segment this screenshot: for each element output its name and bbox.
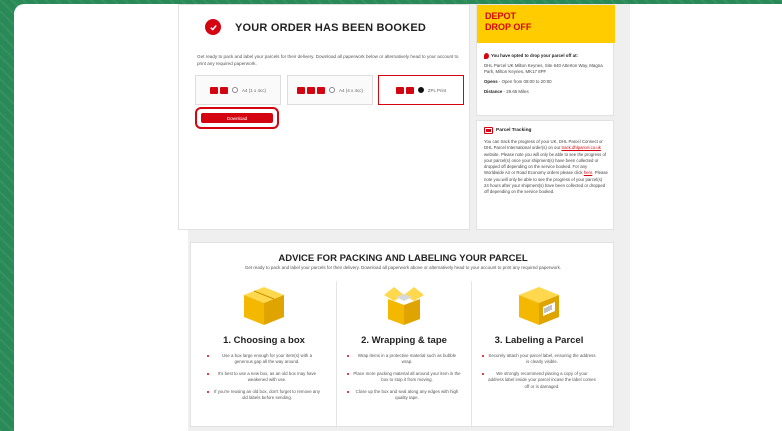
depot-header: DEPOT DROP OFF [477,5,615,43]
tracking-text: You can track the progress of your UK, D… [484,139,608,195]
depot-drop-off-card: DEPOT DROP OFF You have opted to drop yo… [476,4,615,116]
list-item: Securely attach your parcel label, ensur… [482,353,596,366]
list-item: It's best to use a new box, as an old bo… [207,371,321,384]
checkmark-icon [205,19,221,35]
print-option-zpl[interactable]: ZPL Print [378,75,464,105]
label-sheet-icon [296,86,325,94]
label-sheet-icon [209,86,228,94]
depot-address: DHL Parcel UK Milton Keynes, Site 640 At… [484,62,603,75]
list-item: If you're reusing an old box, don't forg… [207,389,321,402]
order-booked-card: YOUR ORDER HAS BEEN BOOKED Get ready to … [178,4,470,230]
labeled-box-icon [519,287,559,325]
depot-title-line2: DROP OFF [485,22,532,32]
list-item: We strongly recommend placing a copy of … [482,371,596,390]
advice-step-labeling: 3. Labeling a Parcel Securely attach you… [471,281,605,428]
print-option-label: ZPL Print [427,87,447,93]
location-pin-icon [484,53,489,59]
print-option-label: A4 (4 x 4cc) [338,87,363,93]
tracking-header: Parcel Tracking [484,127,531,134]
depot-distance: Distance - 29.65 Miles [484,88,529,94]
step-list: Use a box large enough for your item(s) … [207,353,321,406]
depot-opens: Opens - Open from 08:00 to 20:00 [484,78,552,84]
radio-button[interactable] [231,87,238,93]
tracking-title: Parcel Tracking [496,128,532,133]
depot-opted-text: You have opted to drop your parcel off a… [491,53,579,59]
depot-details: You have opted to drop your parcel off a… [484,53,608,98]
parcel-tracking-card: Parcel Tracking You can track the progre… [476,120,614,230]
order-title: YOUR ORDER HAS BEEN BOOKED [235,22,426,34]
list-item: Place more packing material all around y… [347,371,461,384]
packing-advice-card: ADVICE FOR PACKING AND LABELING YOUR PAR… [190,242,614,428]
print-option-label: A4 (1 x 4cc) [241,87,266,93]
list-item: Close up the box and seal along any edge… [347,389,461,402]
step-list: Wrap items in a protective material such… [347,353,461,406]
depot-title-line1: DEPOT [485,11,517,21]
print-option-a4-1x4[interactable]: A4 (1 x 4cc) [195,75,281,105]
advice-step-wrapping: 2. Wrapping & tape Wrap items in a prote… [336,281,470,428]
list-item: Use a box large enough for your item(s) … [207,353,321,366]
download-highlight: Download [195,107,279,129]
label-printer-icon [395,86,414,94]
list-item: Wrap items in a protective material such… [347,353,461,366]
step-list: Securely attach your parcel label, ensur… [482,353,596,395]
radio-button-selected[interactable] [417,87,424,93]
step-title: 1. Choosing a box [223,335,305,346]
step-title: 2. Wrapping & tape [361,335,447,346]
advice-title: ADVICE FOR PACKING AND LABELING YOUR PAR… [278,253,528,264]
cardboard-box-icon [244,287,284,325]
download-button[interactable]: Download [201,113,273,123]
step-title: 3. Labeling a Parcel [494,335,584,346]
tracking-site-link[interactable]: track.dhlparcel.co.uk [561,145,600,150]
print-option-a4-4x4[interactable]: A4 (4 x 4cc) [287,75,373,105]
order-description: Get ready to pack and label your parcels… [197,54,459,66]
advice-step-choosing-box: 1. Choosing a box Use a box large enough… [197,281,331,428]
open-box-icon [384,287,424,325]
tracking-truck-icon [484,127,493,134]
radio-button[interactable] [328,87,335,93]
advice-subtitle: Get ready to pack and label your parcels… [244,265,562,270]
